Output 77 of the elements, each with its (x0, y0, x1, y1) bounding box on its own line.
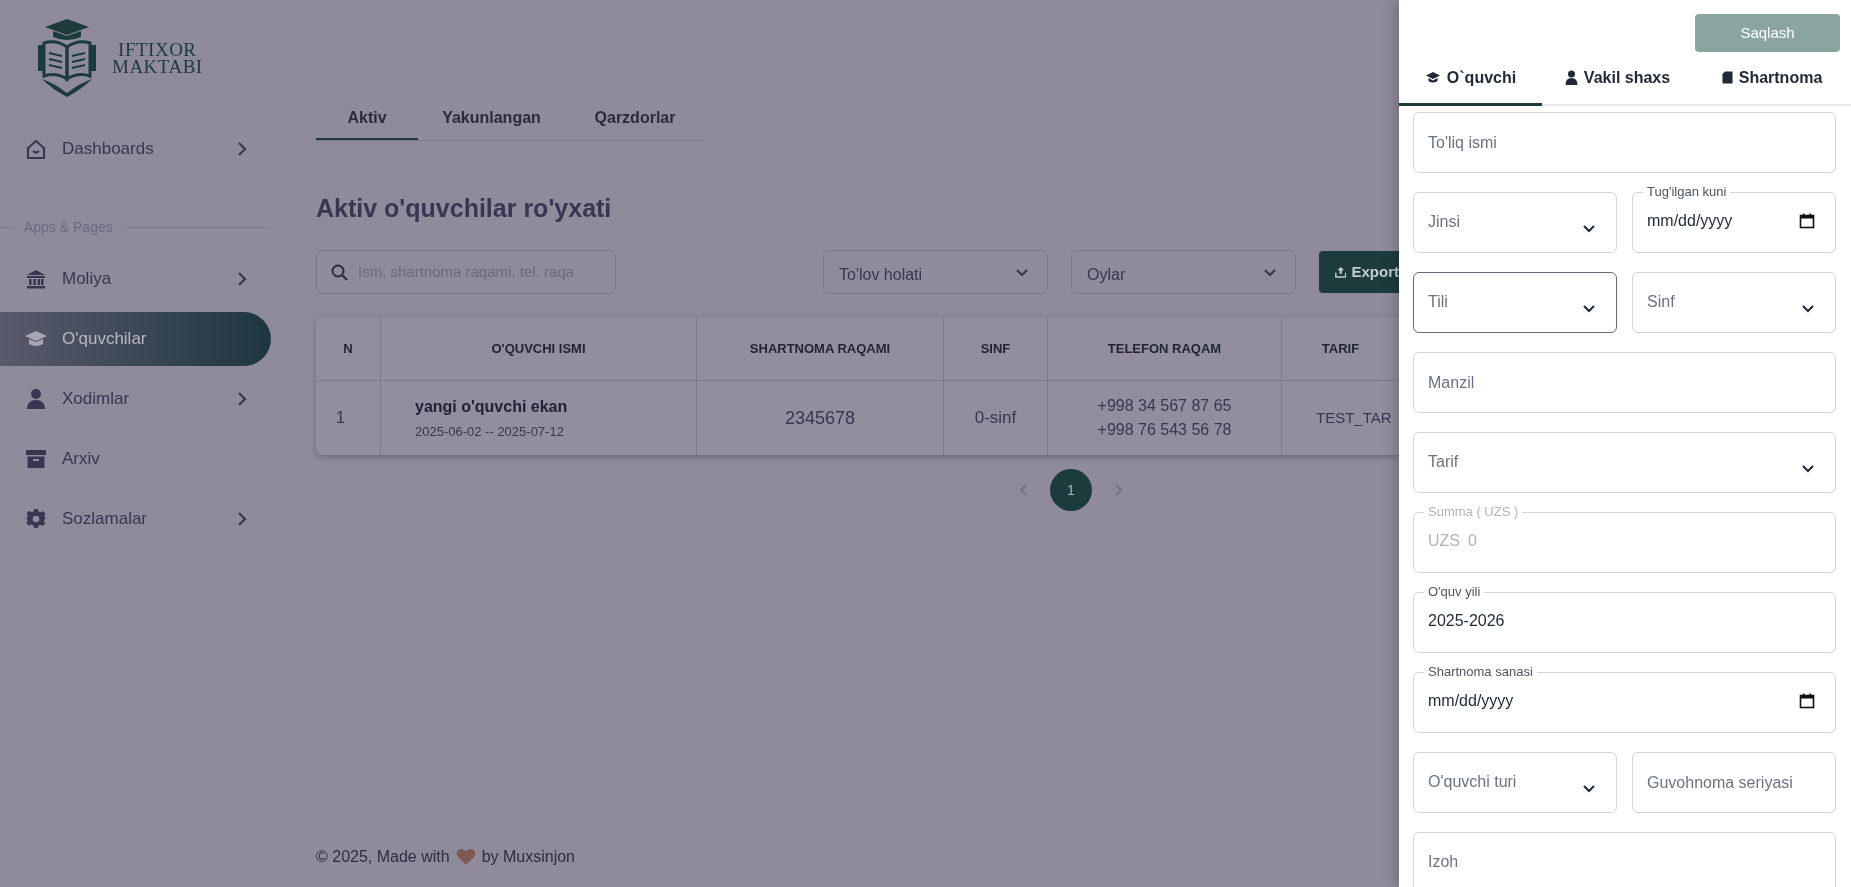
document-icon (1721, 71, 1733, 84)
chevron-down-icon (1582, 304, 1596, 313)
sidebar-item[interactable]: Xodimlar (0, 372, 271, 426)
table-cell-text: 2345678 (784, 406, 856, 430)
tab[interactable]: Aktiv (316, 98, 418, 140)
chevron-down-icon (1263, 267, 1277, 277)
graduation-cap-icon (24, 329, 48, 349)
student-name: yangi o'quvchi ekan (415, 396, 569, 417)
phone-number: +998 34 567 87 65 (1097, 396, 1232, 416)
chevron-down-icon (1582, 784, 1596, 793)
chevron-down-icon (1015, 267, 1029, 277)
date-field[interactable]: Tug'ilgan kuni mm/dd/yyyy (1632, 184, 1836, 253)
chevron-down-icon (1801, 304, 1815, 313)
export-button[interactable]: Export (1319, 251, 1399, 293)
tab[interactable]: Qarzdorlar (565, 98, 705, 140)
text-field[interactable]: To'liq ismi (1413, 112, 1836, 173)
column-header: O'QUVCHI ISMI (381, 317, 697, 380)
chevron-down-icon (1582, 224, 1596, 233)
column-header: TARIF (1320, 339, 1361, 358)
person-icon (26, 388, 46, 410)
page-title: Aktiv o'quvchilar ro'yxati (316, 193, 613, 223)
field-label: Summa ( UZS ) (1427, 504, 1520, 520)
select-field[interactable]: O'quvchi turi (1413, 752, 1617, 813)
footer-text: by Muxsinjon (481, 847, 575, 867)
sidebar-item[interactable]: O'quvchilar (0, 312, 271, 366)
select-field[interactable]: Oylar (1071, 250, 1296, 294)
home-icon (25, 138, 47, 160)
select-field[interactable]: Jinsi (1413, 192, 1617, 253)
select-field[interactable]: Tili (1413, 272, 1617, 333)
page-button[interactable]: 1 (1050, 469, 1092, 511)
amount-field: Summa ( UZS ) UZS 0 (1413, 504, 1836, 573)
calendar-icon (1799, 693, 1815, 709)
sidebar-item[interactable]: Sozlamalar (0, 492, 271, 546)
tab[interactable]: Shartnoma (1693, 52, 1851, 106)
column-header: N (316, 317, 381, 380)
sidebar-item[interactable]: Dashboards (0, 122, 271, 176)
field-label: Tug'ilgan kuni (1646, 184, 1728, 200)
save-button[interactable]: Saqlash (1695, 14, 1840, 52)
column-header: SINF (944, 317, 1048, 380)
tab[interactable]: O`quvchi (1399, 52, 1542, 106)
footer-text: © 2025, Made with (316, 847, 450, 867)
field-label: Shartnoma sanasi (1427, 664, 1534, 680)
table-cell-text: TEST_TAR (1316, 407, 1392, 428)
select-field[interactable]: Tarif (1413, 432, 1836, 493)
calendar-icon (1799, 213, 1815, 229)
settings-icon (25, 508, 47, 530)
text-field[interactable]: Guvohnoma seriyasi (1632, 752, 1836, 813)
text-field[interactable]: O'quv yili 2025-2026 (1413, 584, 1836, 653)
column-header: TELEFON RAQAM (1048, 317, 1282, 380)
phone-number: +998 76 543 56 78 (1097, 420, 1232, 440)
comment-field[interactable]: Izoh (1413, 832, 1836, 887)
heart-icon (455, 848, 476, 866)
select-field[interactable]: Sinf (1632, 272, 1836, 333)
logo-icon (36, 17, 98, 99)
column-header: SHARTNOMA RAQAMI (697, 317, 944, 380)
date-field[interactable]: Shartnoma sanasi mm/dd/yyyy (1413, 664, 1836, 733)
logo-text: MAKTABI (112, 58, 203, 75)
next-page-icon (1114, 484, 1122, 496)
table-cell-text: 1 (336, 408, 345, 428)
date-range: 2025-06-02 -- 2025-07-12 (415, 422, 565, 441)
previous-page-icon (1020, 484, 1028, 496)
select-field[interactable]: To'lov holati (823, 250, 1048, 294)
text-field[interactable]: Manzil (1413, 352, 1836, 413)
search-icon (331, 263, 348, 281)
logo-text: IFTIXOR (118, 41, 197, 58)
table-cell-text: 0-sinf (974, 407, 1017, 430)
sidebar-item[interactable]: Moliya (0, 252, 271, 306)
bank-icon (25, 268, 47, 290)
upload-icon (1335, 265, 1347, 279)
graduation-cap-icon (1424, 71, 1441, 84)
person-icon (1564, 70, 1578, 85)
archive-box-icon (25, 449, 47, 469)
sidebar-item[interactable]: Arxiv (0, 432, 271, 486)
chevron-down-icon (1801, 464, 1815, 473)
field-label: O'quv yili (1427, 584, 1482, 600)
tab[interactable]: Yakunlangan (418, 98, 565, 140)
tab[interactable]: Vakil shaxs (1542, 52, 1693, 106)
